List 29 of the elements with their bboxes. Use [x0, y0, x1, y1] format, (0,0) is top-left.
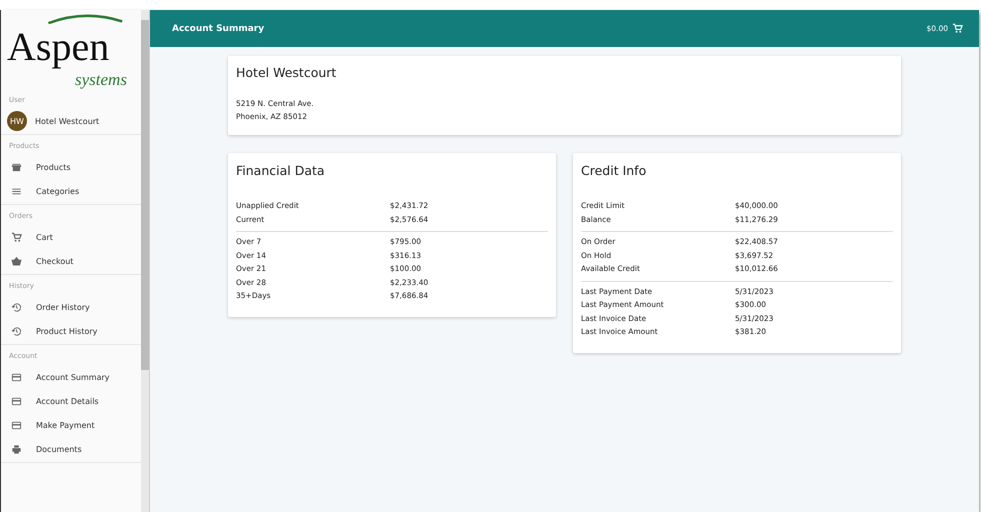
basket-icon [11, 256, 22, 266]
sidebar-item[interactable]: Categories [1, 179, 141, 203]
sidebar-item[interactable]: Product History [1, 319, 141, 343]
history-icon [11, 326, 22, 336]
sidebar-item[interactable]: HW Hotel Westcourt [1, 109, 141, 133]
store-icon [11, 162, 22, 172]
scrollbar[interactable] [141, 10, 149, 512]
card-icon [11, 420, 22, 430]
sidebar-item[interactable]: Products [1, 155, 141, 179]
sidebar-item[interactable]: Checkout [1, 249, 141, 273]
sidebar-item[interactable]: Account Summary [1, 365, 141, 389]
sidebar-item[interactable]: Order History [1, 295, 141, 319]
logo-subtext: systems [75, 70, 127, 89]
sidebar-item[interactable]: Account Details [1, 389, 141, 413]
card-icon [11, 396, 22, 406]
page-title: Account Summary [172, 24, 264, 34]
cart-icon [952, 23, 963, 34]
sidebar-item[interactable]: Documents [1, 437, 141, 461]
sidebar-item[interactable]: Cart [1, 225, 141, 249]
card-title: Financial Data [236, 163, 326, 178]
history-icon [11, 302, 22, 312]
card-title: Hotel Westcourt [236, 65, 338, 80]
cart-icon [11, 232, 22, 242]
logo-text: Aspen [7, 24, 110, 70]
avatar: HW [7, 111, 27, 131]
card-title: Credit Info [581, 163, 648, 178]
printer-icon [11, 444, 22, 454]
card-icon [11, 372, 22, 382]
sidebar-item[interactable]: Make Payment [1, 413, 141, 437]
